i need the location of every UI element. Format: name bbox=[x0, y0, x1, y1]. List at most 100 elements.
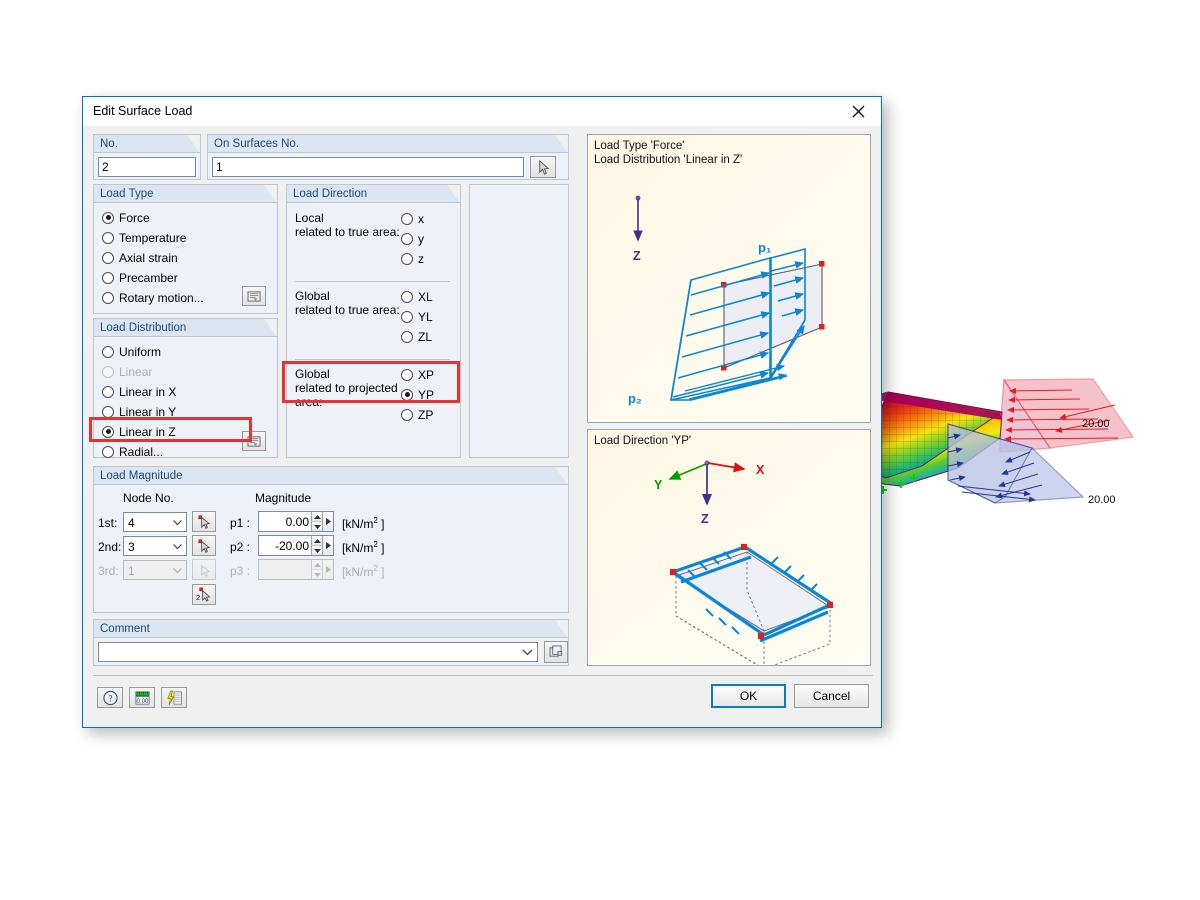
preview-load-type-caption: Load Type 'Force' Load Distribution 'Lin… bbox=[594, 139, 742, 167]
radio-direction-xp[interactable]: XP bbox=[401, 366, 434, 383]
radio-label: Radial... bbox=[119, 445, 163, 459]
load-value-label-1: 20.00 bbox=[1082, 418, 1110, 430]
magnitude-next-button-p3 bbox=[322, 560, 333, 579]
pick-node-icon-2[interactable] bbox=[192, 535, 216, 556]
preview-load-type: Load Type 'Force' Load Distribution 'Lin… bbox=[587, 134, 871, 423]
magnitude-stepper-p1[interactable] bbox=[311, 512, 322, 531]
row-ordinal-1st: 1st: bbox=[98, 516, 117, 530]
stepper-down-icon[interactable] bbox=[312, 522, 322, 531]
radio-dot bbox=[401, 253, 413, 265]
load-type-settings-dialog-icon[interactable] bbox=[242, 286, 266, 306]
load-value-label-2: 20.00 bbox=[1088, 494, 1116, 506]
load-direction-local-caption: Local related to true area: bbox=[295, 211, 400, 239]
node-select-1[interactable]: 4 bbox=[123, 512, 187, 532]
radio-label: y bbox=[418, 232, 424, 246]
radio-label: x bbox=[418, 212, 424, 226]
radio-label: Rotary motion... bbox=[119, 291, 204, 305]
group-load-distribution: Load Distribution Uniform Linear Linear … bbox=[93, 318, 278, 458]
ok-button[interactable]: OK bbox=[711, 684, 786, 708]
stepper-up-icon[interactable] bbox=[312, 536, 322, 546]
chevron-down-icon bbox=[173, 513, 182, 531]
magnitude-next-button-p2[interactable] bbox=[322, 536, 333, 555]
magnitude-next-button-p1[interactable] bbox=[322, 512, 333, 531]
radio-label: ZL bbox=[418, 330, 432, 344]
radio-dot bbox=[401, 409, 413, 421]
group-load-type-header: Load Type bbox=[93, 184, 278, 202]
load-settings-icon[interactable] bbox=[161, 687, 187, 708]
radio-direction-zl[interactable]: ZL bbox=[401, 328, 433, 345]
row-ordinal-2nd: 2nd: bbox=[98, 540, 121, 554]
radio-dot bbox=[102, 346, 114, 358]
stepper-down-icon bbox=[312, 570, 322, 579]
radio-load-type-rotary-motion[interactable]: Rotary motion... bbox=[102, 289, 204, 306]
radio-distribution-linear-in-z[interactable]: Linear in Z bbox=[102, 423, 176, 440]
radio-dot bbox=[102, 426, 114, 438]
dialog-titlebar: Edit Surface Load bbox=[83, 97, 881, 127]
radio-dot bbox=[401, 311, 413, 323]
radio-label: z bbox=[418, 252, 424, 266]
radio-load-type-axial-strain[interactable]: Axial strain bbox=[102, 249, 204, 266]
group-comment-header: Comment bbox=[93, 619, 569, 637]
radio-direction-z[interactable]: z bbox=[401, 250, 424, 267]
surfaces-input[interactable] bbox=[212, 157, 524, 177]
svg-text:2: 2 bbox=[196, 593, 200, 602]
radio-label: Axial strain bbox=[119, 251, 178, 265]
chevron-down-icon[interactable] bbox=[522, 645, 533, 659]
svg-text:?: ? bbox=[108, 694, 112, 704]
radio-direction-yp[interactable]: YP bbox=[401, 386, 434, 403]
radio-distribution-linear-in-y[interactable]: Linear in Y bbox=[102, 403, 176, 420]
group-load-distribution-header: Load Distribution bbox=[93, 318, 278, 336]
group-direction-extra bbox=[469, 184, 569, 458]
stepper-up-icon[interactable] bbox=[312, 512, 322, 522]
svg-text:0.00: 0.00 bbox=[136, 697, 148, 704]
help-icon[interactable]: ? bbox=[97, 687, 123, 708]
radio-label: Linear bbox=[119, 365, 152, 379]
node-select-2-value: 3 bbox=[128, 540, 135, 554]
load-number-input[interactable] bbox=[98, 157, 196, 177]
load-distribution-settings-dialog-icon[interactable] bbox=[242, 431, 266, 451]
pick-surface-icon[interactable] bbox=[530, 156, 556, 178]
preview-p2-label: p₂ bbox=[628, 391, 642, 406]
comment-input[interactable] bbox=[98, 642, 538, 662]
units-icon[interactable]: 0.00 bbox=[129, 687, 155, 708]
stepper-down-icon[interactable] bbox=[312, 546, 322, 555]
p3-label: p3 : bbox=[230, 564, 250, 578]
radio-load-type-force[interactable]: Force bbox=[102, 209, 204, 226]
node-select-1-value: 4 bbox=[128, 516, 135, 530]
node-select-3: 1 bbox=[123, 560, 187, 580]
unit-p3: [kN/m2 ] bbox=[342, 564, 384, 579]
radio-dot bbox=[102, 232, 114, 244]
radio-direction-yl[interactable]: YL bbox=[401, 308, 433, 325]
dialog-title: Edit Surface Load bbox=[93, 104, 192, 118]
preview-z-axis-label: Z bbox=[633, 249, 641, 263]
radio-dot bbox=[401, 291, 413, 303]
group-on-surfaces: On Surfaces No. bbox=[207, 134, 569, 180]
radio-direction-x[interactable]: x bbox=[401, 210, 424, 227]
radio-distribution-linear: Linear bbox=[102, 363, 176, 380]
preview-load-direction-diagram: X Y Z bbox=[588, 430, 871, 666]
pick-multiple-nodes-icon[interactable]: 2 bbox=[192, 584, 216, 605]
radio-distribution-uniform[interactable]: Uniform bbox=[102, 343, 176, 360]
radio-dot bbox=[401, 233, 413, 245]
cancel-button[interactable]: Cancel bbox=[794, 684, 869, 708]
load-direction-global-true-caption: Global related to true area: bbox=[295, 289, 400, 317]
magnitude-stepper-p2[interactable] bbox=[311, 536, 322, 555]
close-icon[interactable] bbox=[836, 97, 881, 125]
pick-node-icon-1[interactable] bbox=[192, 511, 216, 532]
radio-dot bbox=[401, 331, 413, 343]
preview-z-axis-label-2: Z bbox=[701, 512, 709, 526]
radio-direction-zp[interactable]: ZP bbox=[401, 406, 434, 423]
node-select-2[interactable]: 3 bbox=[123, 536, 187, 556]
divider bbox=[295, 359, 450, 360]
radio-load-type-temperature[interactable]: Temperature bbox=[102, 229, 204, 246]
comment-library-icon[interactable] bbox=[544, 641, 568, 663]
load-surface-red: 20.00 bbox=[1000, 379, 1133, 452]
radio-direction-y[interactable]: y bbox=[401, 230, 424, 247]
radio-direction-xl[interactable]: XL bbox=[401, 288, 433, 305]
radio-distribution-radial[interactable]: Radial... bbox=[102, 443, 176, 460]
radio-label: XL bbox=[418, 290, 433, 304]
unit-p2: [kN/m2 ] bbox=[342, 540, 384, 555]
radio-load-type-precamber[interactable]: Precamber bbox=[102, 269, 204, 286]
radio-distribution-linear-in-x[interactable]: Linear in X bbox=[102, 383, 176, 400]
radio-label: Temperature bbox=[119, 231, 186, 245]
